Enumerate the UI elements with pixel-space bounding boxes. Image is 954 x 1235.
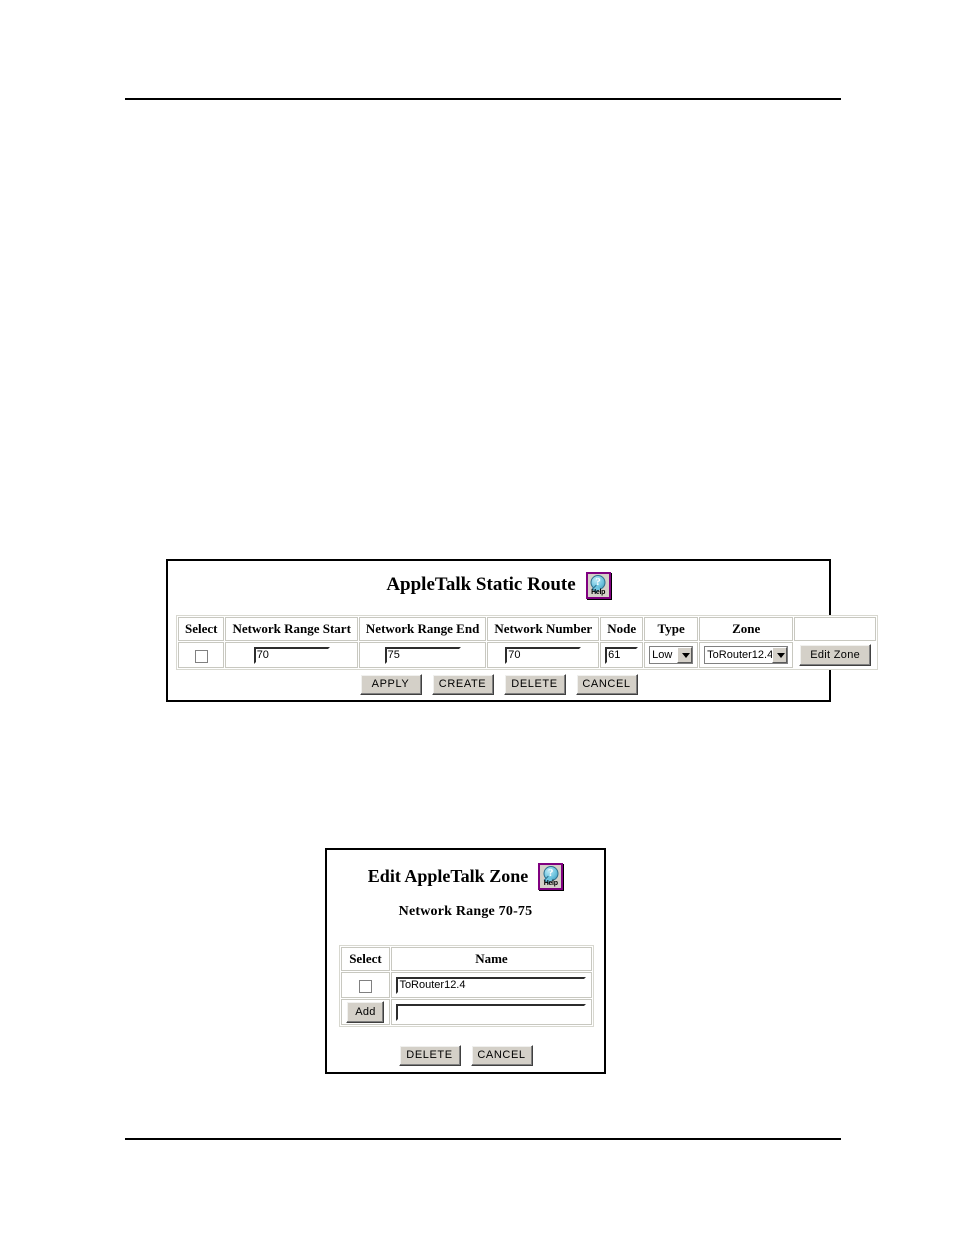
apply-button[interactable]: APPLY bbox=[359, 674, 422, 695]
help-icon[interactable]: ? Help bbox=[538, 862, 564, 890]
static-route-title-row: AppleTalk Static Route ? Help bbox=[168, 570, 829, 600]
column-header-network-range-end: Network Range End bbox=[358, 617, 487, 641]
node-input[interactable] bbox=[605, 646, 639, 664]
cell-node bbox=[600, 642, 644, 668]
column-header-select: Select bbox=[178, 617, 225, 641]
zone-name-input[interactable] bbox=[396, 976, 587, 994]
zone-select[interactable]: ToRouter12.4 bbox=[704, 646, 789, 664]
table-row-add: Add bbox=[341, 999, 592, 1025]
edit-appletalk-zone-panel: Edit AppleTalk Zone ? Help Network Range… bbox=[325, 848, 606, 1074]
network-number-input[interactable] bbox=[505, 646, 582, 664]
column-header-select: Select bbox=[341, 947, 390, 971]
help-icon-label: Help bbox=[543, 879, 558, 887]
cell-new-zone-name bbox=[390, 999, 592, 1025]
table-header-row: Select Network Range Start Network Range… bbox=[178, 617, 877, 641]
column-header-name: Name bbox=[390, 947, 592, 971]
cancel-button[interactable]: CANCEL bbox=[470, 1045, 533, 1066]
zone-select-checkbox[interactable] bbox=[358, 979, 372, 993]
cell-network-range-end bbox=[358, 642, 487, 668]
column-header-network-number: Network Number bbox=[487, 617, 600, 641]
page-title: AppleTalk Static Route bbox=[386, 574, 576, 595]
help-icon-label: Help bbox=[591, 588, 606, 596]
column-header-actions bbox=[794, 617, 877, 641]
cell-edit-zone: Edit Zone bbox=[794, 642, 877, 668]
column-header-type: Type bbox=[644, 617, 699, 641]
add-button[interactable]: Add bbox=[346, 1001, 385, 1023]
cell-zone-name bbox=[390, 972, 592, 998]
cell-select bbox=[341, 972, 390, 998]
cell-type: Low bbox=[644, 642, 699, 668]
table-row bbox=[341, 972, 592, 998]
help-icon[interactable]: ? Help bbox=[585, 571, 611, 599]
row-select-checkbox[interactable] bbox=[194, 649, 208, 663]
cancel-button[interactable]: CANCEL bbox=[575, 674, 638, 695]
cell-add-action: Add bbox=[341, 999, 390, 1025]
cell-zone: ToRouter12.4 bbox=[699, 642, 794, 668]
zone-select-wrapper: ToRouter12.4 bbox=[704, 646, 789, 664]
network-range-start-input[interactable] bbox=[253, 646, 330, 664]
delete-button[interactable]: DELETE bbox=[503, 674, 566, 695]
cell-network-range-start bbox=[225, 642, 358, 668]
delete-button[interactable]: DELETE bbox=[398, 1045, 461, 1066]
table-header-row: Select Name bbox=[341, 947, 592, 971]
new-zone-name-input[interactable] bbox=[396, 1003, 587, 1021]
edit-zone-button-row: DELETE CANCEL bbox=[327, 1045, 604, 1066]
applet-talk-static-route-panel: AppleTalk Static Route ? Help Select Net… bbox=[166, 559, 879, 702]
zone-name-table: Select Name Add bbox=[339, 945, 594, 1027]
page-top-rule bbox=[125, 98, 841, 100]
static-route-button-row: APPLY CREATE DELETE CANCEL bbox=[168, 674, 829, 695]
static-route-table: Select Network Range Start Network Range… bbox=[176, 615, 879, 670]
cell-network-number bbox=[487, 642, 600, 668]
create-button[interactable]: CREATE bbox=[431, 674, 494, 695]
edit-zone-title: Edit AppleTalk Zone bbox=[367, 865, 529, 886]
network-range-end-input[interactable] bbox=[384, 646, 461, 664]
table-row: Low ToRouter12.4 Edit Zone bbox=[178, 642, 877, 668]
page-bottom-rule bbox=[125, 1138, 841, 1140]
edit-zone-button[interactable]: Edit Zone bbox=[799, 644, 872, 666]
column-header-network-range-start: Network Range Start bbox=[225, 617, 358, 641]
column-header-zone: Zone bbox=[699, 617, 794, 641]
column-header-node: Node bbox=[600, 617, 644, 641]
type-select[interactable]: Low bbox=[649, 646, 694, 664]
network-range-subtitle: Network Range 70-75 bbox=[398, 904, 533, 919]
type-select-wrapper: Low bbox=[649, 646, 694, 664]
edit-zone-title-row: Edit AppleTalk Zone ? Help bbox=[327, 862, 604, 890]
cell-select bbox=[178, 642, 225, 668]
